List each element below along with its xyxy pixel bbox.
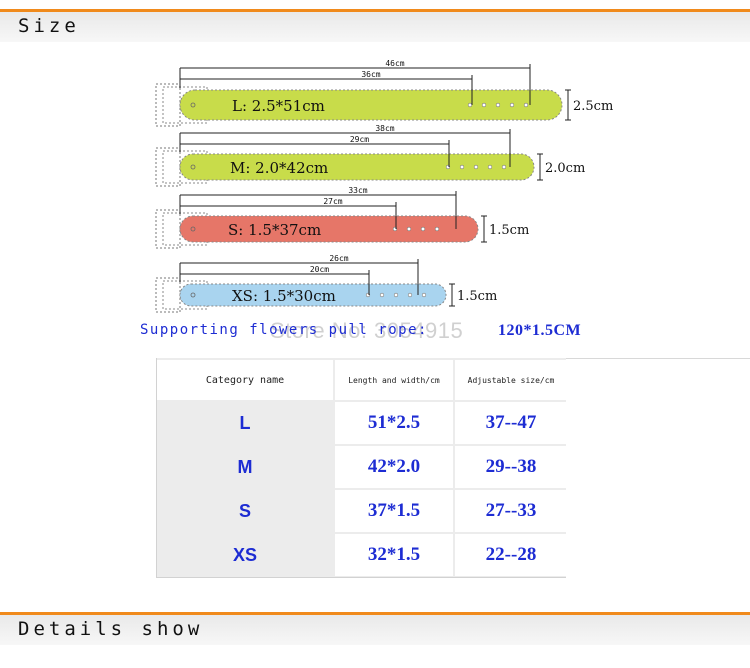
strap-hole bbox=[406, 226, 412, 232]
inner-length-label: 27cm bbox=[323, 197, 342, 206]
strap-hole bbox=[407, 292, 413, 298]
table-row: XS 32*1.5 22--28 bbox=[157, 534, 567, 576]
size-table: Category name Length and width/cm Adjust… bbox=[156, 358, 567, 578]
table-row: M 42*2.0 29--38 bbox=[157, 446, 567, 488]
outer-length-label: 26cm bbox=[329, 254, 348, 263]
inner-length-label: 20cm bbox=[310, 265, 329, 274]
belt-width-label: 1.5cm bbox=[489, 223, 529, 238]
inner-length-label: 29cm bbox=[350, 135, 369, 144]
buckle-icon bbox=[155, 209, 181, 249]
strap-hole bbox=[509, 102, 515, 108]
rope-caption-spec: 120*1.5CM bbox=[498, 322, 582, 339]
size-section-header: Size bbox=[0, 9, 750, 42]
belt-label: XS: 1.5*30cm bbox=[232, 287, 336, 305]
strap-hole bbox=[523, 102, 529, 108]
strap-hole bbox=[420, 226, 426, 232]
strap-hole bbox=[487, 164, 493, 170]
cell-adjustable: 37--47 bbox=[455, 402, 567, 444]
strap-hole bbox=[481, 102, 487, 108]
outer-length-label: 46cm bbox=[385, 59, 404, 68]
strap-hole bbox=[467, 102, 473, 108]
cell-category: S bbox=[238, 500, 251, 521]
buckle-icon bbox=[155, 83, 181, 127]
table-row: L 51*2.5 37--47 bbox=[157, 402, 567, 444]
cell-length-width: 37*1.5 bbox=[335, 490, 453, 532]
size-section-title: Size bbox=[18, 15, 80, 37]
cell-adjustable: 22--28 bbox=[455, 534, 567, 576]
strap-hole bbox=[393, 292, 399, 298]
inner-length-label: 36cm bbox=[361, 70, 380, 79]
details-section-header: Details show bbox=[0, 612, 750, 645]
rope-caption: Supporting flowers pull rope: 120*1.5CM bbox=[140, 322, 581, 346]
strap-hole bbox=[473, 164, 479, 170]
cell-adjustable: 27--33 bbox=[455, 490, 567, 532]
cell-length-width: 51*2.5 bbox=[335, 402, 453, 444]
buckle-icon bbox=[155, 147, 181, 187]
belt-label: M: 2.0*42cm bbox=[230, 159, 328, 177]
cell-length-width: 42*2.0 bbox=[335, 446, 453, 488]
belt-width-label: 2.5cm bbox=[573, 99, 613, 114]
belt-label: L: 2.5*51cm bbox=[232, 97, 325, 115]
table-header-row: Category name Length and width/cm Adjust… bbox=[157, 360, 567, 400]
strap-hole bbox=[495, 102, 501, 108]
rope-caption-text: Supporting flowers pull rope: bbox=[140, 322, 428, 338]
buckle-icon bbox=[155, 277, 181, 313]
outer-length-label: 38cm bbox=[375, 124, 394, 133]
belt-label: S: 1.5*37cm bbox=[228, 221, 321, 239]
cell-category: L bbox=[239, 412, 251, 433]
strap-hole bbox=[459, 164, 465, 170]
cell-adjustable: 29--38 bbox=[455, 446, 567, 488]
header-length-width: Length and width/cm bbox=[335, 360, 453, 400]
belt-strap bbox=[179, 215, 479, 243]
details-section-title: Details show bbox=[18, 618, 204, 640]
belt-width-label: 1.5cm bbox=[457, 289, 497, 304]
cell-category: M bbox=[237, 456, 253, 477]
header-category: Category name bbox=[157, 360, 333, 400]
table-row: S 37*1.5 27--33 bbox=[157, 490, 567, 532]
cell-length-width: 32*1.5 bbox=[335, 534, 453, 576]
belt-size-diagram: L: 2.5*51cm 46cm 36cm 2.5cm M: 2.0*42cm 38cm 2… bbox=[155, 59, 613, 313]
strap-hole bbox=[434, 226, 440, 232]
outer-length-label: 33cm bbox=[348, 186, 367, 195]
header-adjustable: Adjustable size/cm bbox=[455, 360, 567, 400]
belt-width-label: 2.0cm bbox=[545, 161, 585, 176]
strap-hole bbox=[501, 164, 507, 170]
divider-line bbox=[566, 358, 750, 359]
cell-category: XS bbox=[232, 544, 257, 565]
strap-hole bbox=[379, 292, 385, 298]
strap-hole bbox=[421, 292, 427, 298]
